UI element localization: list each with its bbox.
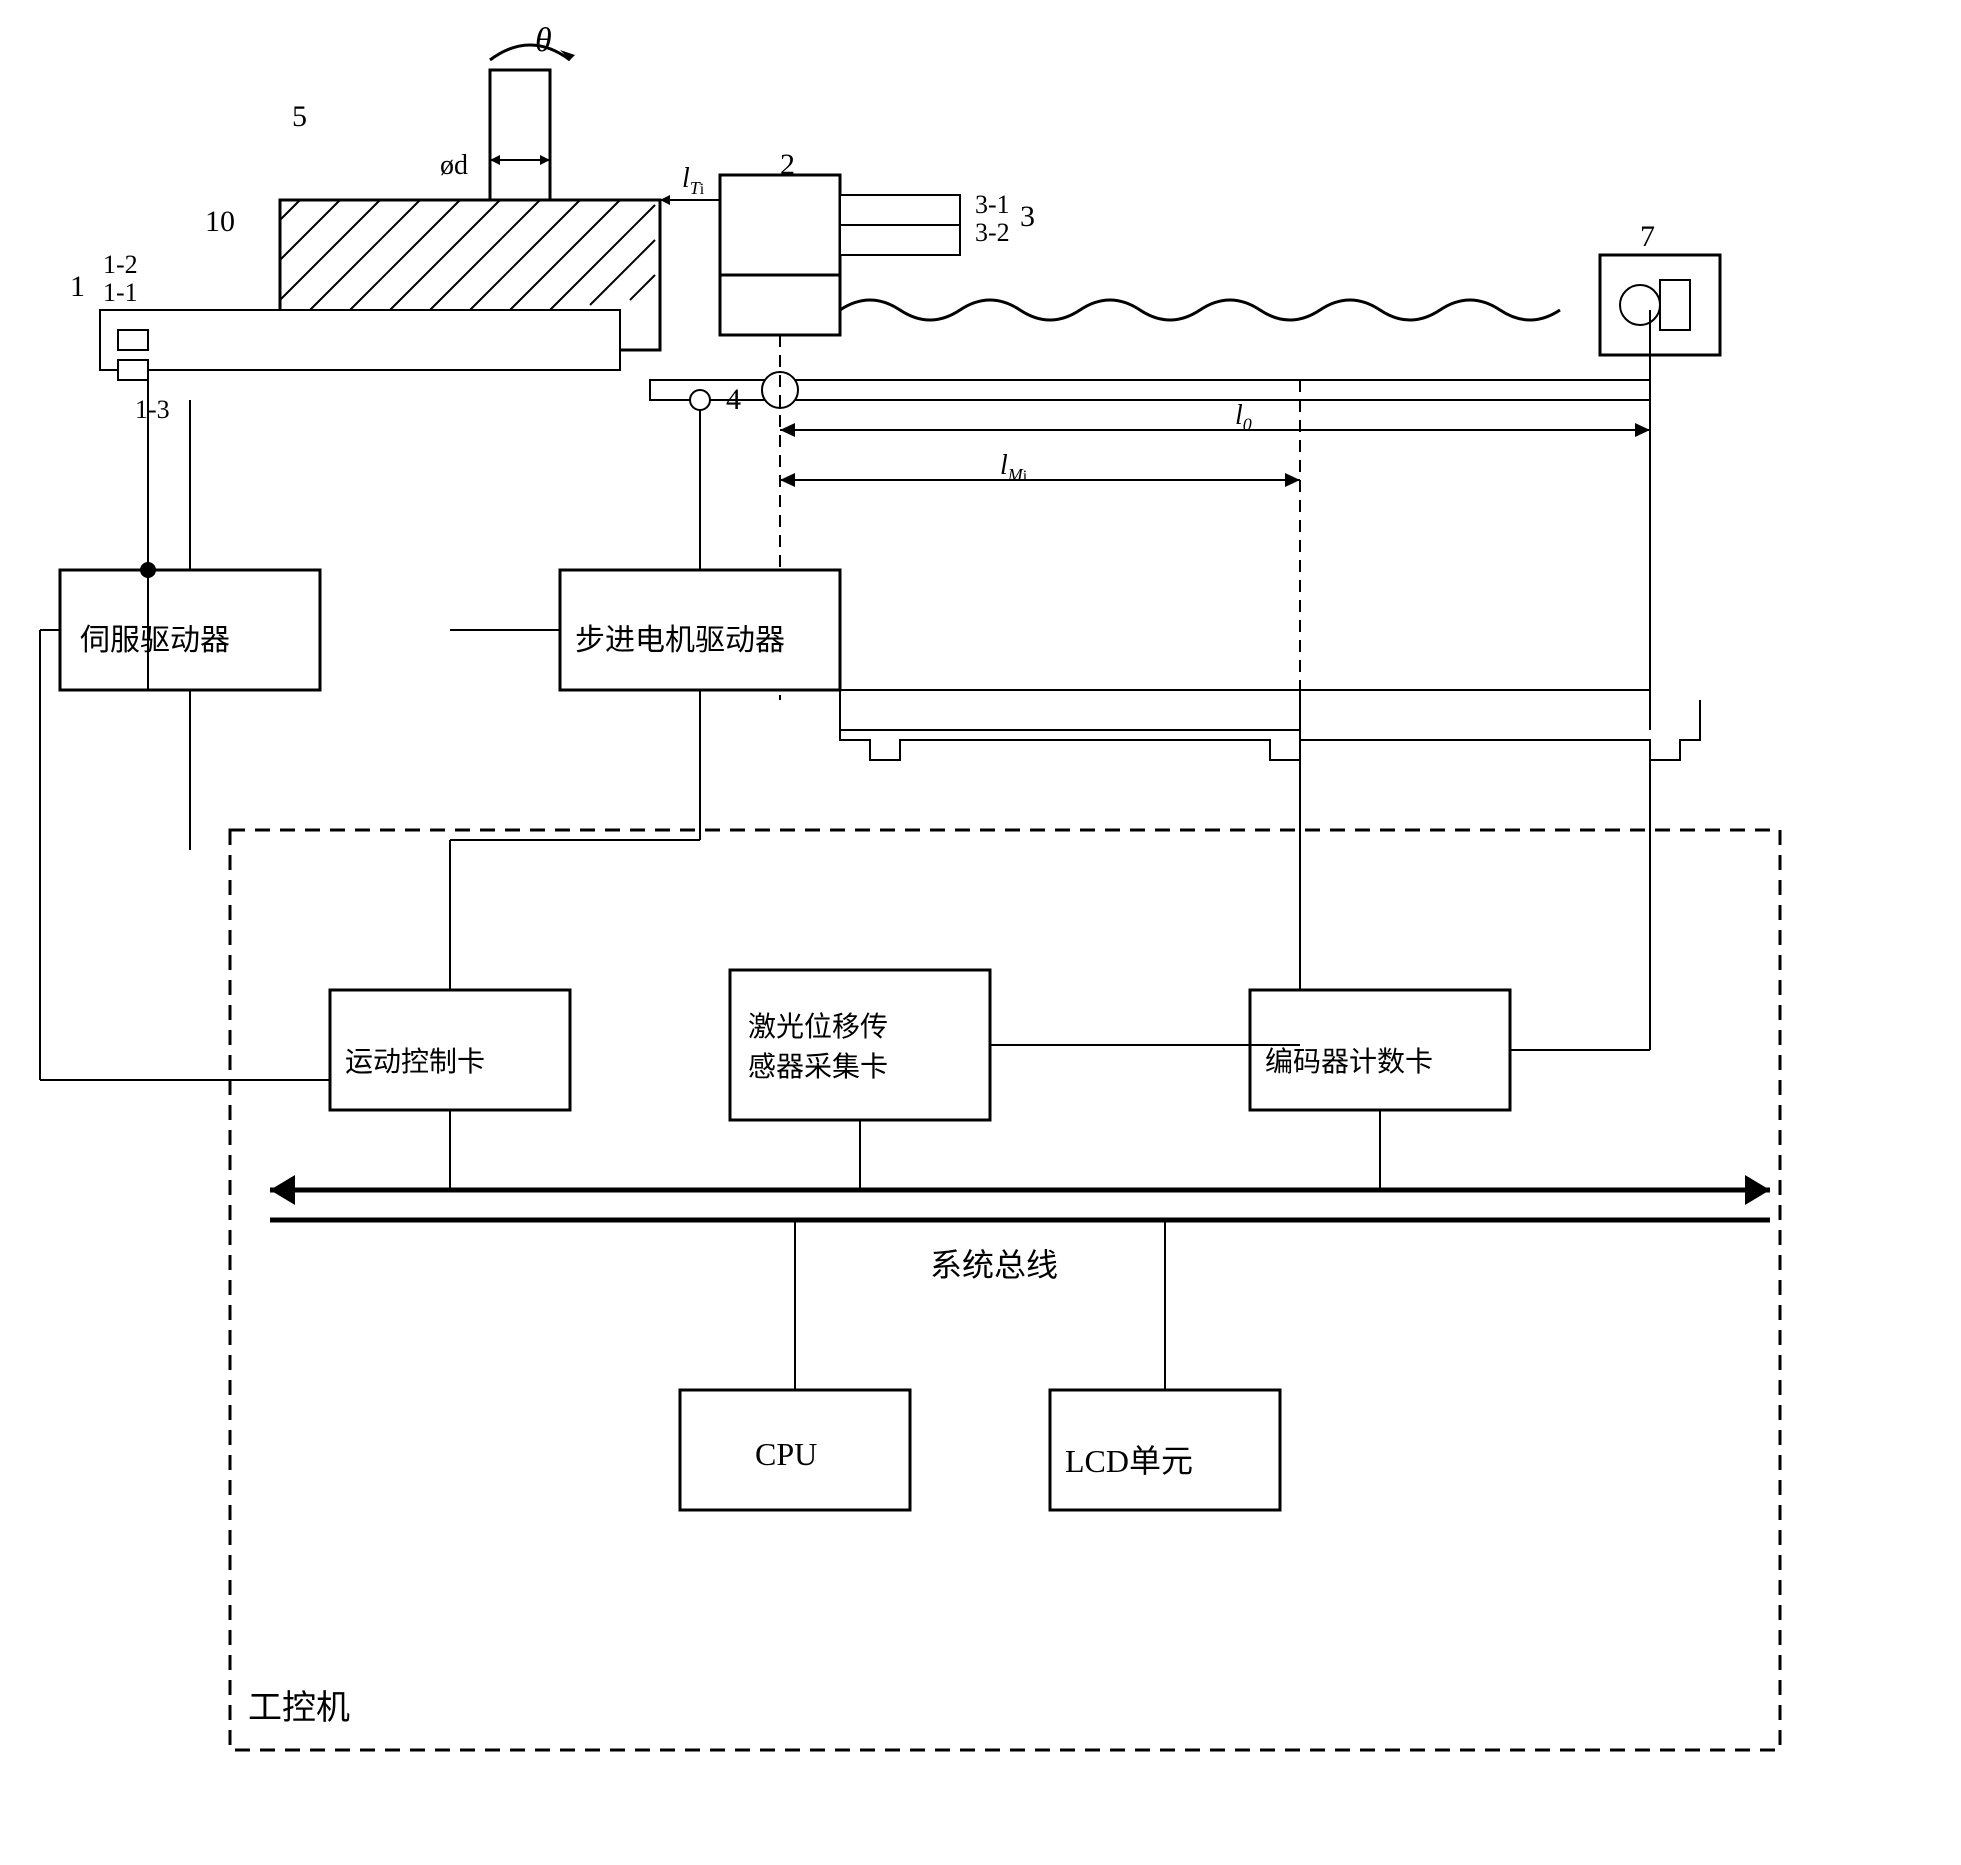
control-boundary xyxy=(230,830,1780,1750)
diameter-label: ød xyxy=(440,150,468,182)
base-platform xyxy=(100,310,620,370)
encoder-card-label: 编码器计数卡 xyxy=(1265,1040,1433,1080)
bus-arrow-right xyxy=(1745,1175,1770,1205)
label-1-1: 1-1 xyxy=(103,278,138,308)
system-bus-label: 系统总线 xyxy=(930,1240,1058,1286)
laser-sensor-label2: 感器采集卡 xyxy=(748,1045,888,1085)
element2-box xyxy=(720,175,840,275)
label-1: 1 xyxy=(70,270,85,304)
theta-label: θ xyxy=(535,22,552,60)
label-7: 7 xyxy=(1640,220,1655,254)
label-10: 10 xyxy=(205,205,235,239)
connection-dot xyxy=(140,562,156,578)
label-3-1: 3-1 xyxy=(975,190,1010,220)
label-3: 3 xyxy=(1020,200,1035,234)
camera-lens xyxy=(1620,285,1660,325)
lTi-label: lTi xyxy=(682,163,704,199)
fiber-cable xyxy=(840,300,1560,320)
bus-arrow-left xyxy=(270,1175,295,1205)
element2-lower xyxy=(720,275,840,335)
rail xyxy=(650,380,1650,400)
motion-control-label: 运动控制卡 xyxy=(345,1040,485,1080)
industrial-pc-label: 工控机 xyxy=(248,1680,350,1729)
element3-2 xyxy=(840,225,960,255)
label-2: 2 xyxy=(780,148,795,182)
connector1 xyxy=(118,330,148,350)
theta-arc xyxy=(490,45,570,60)
label-3-2: 3-2 xyxy=(975,218,1010,248)
stepper-connection xyxy=(690,390,710,410)
lMi-label: lMi xyxy=(1000,450,1027,486)
servo-driver-label: 伺服驱动器 xyxy=(80,615,230,659)
label-5: 5 xyxy=(292,100,307,134)
connector-path1 xyxy=(840,690,1300,730)
element3-1 xyxy=(840,195,960,225)
label-4: 4 xyxy=(726,383,741,417)
camera-body xyxy=(1660,280,1690,330)
lcd-label: LCD单元 xyxy=(1065,1436,1193,1482)
diagram-container: θ ød lTi 5 10 2 3-1 3-2 3 4 7 1 1-2 1-1 … xyxy=(0,0,1961,1865)
label-1-2: 1-2 xyxy=(103,250,138,280)
label-1-3: 1-3 xyxy=(135,395,170,425)
laser-sensor-label1: 激光位移传 xyxy=(748,1005,888,1045)
stepper-driver-label: 步进电机驱动器 xyxy=(575,615,785,659)
cpu-label: CPU xyxy=(755,1436,817,1473)
connector2 xyxy=(118,360,148,380)
main-svg xyxy=(0,0,1961,1865)
l0-label: l0 xyxy=(1235,400,1252,436)
